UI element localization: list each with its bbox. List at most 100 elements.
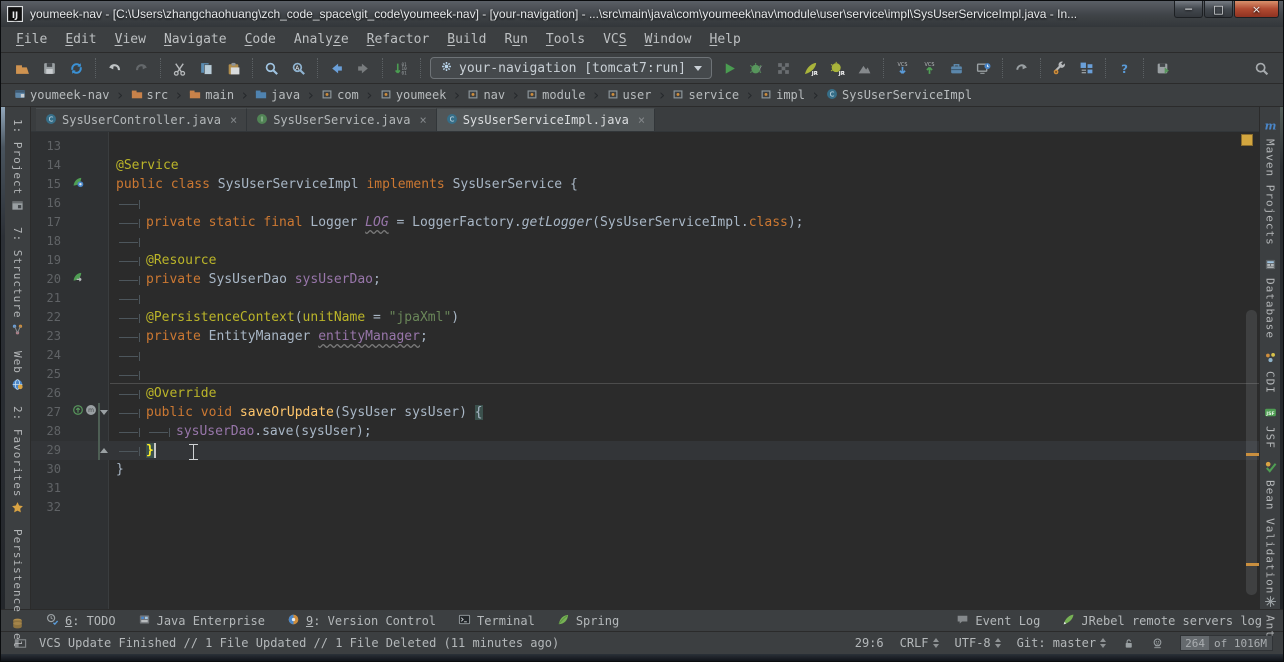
breadcrumb-impl[interactable]: impl xyxy=(755,88,810,103)
breadcrumb-user[interactable]: user xyxy=(602,88,657,103)
code-line[interactable]: 17private static final Logger LOG = Logg… xyxy=(31,213,1259,232)
vcs-up-button[interactable]: VCS xyxy=(916,56,943,80)
memory-indicator[interactable]: 264 of 1016M xyxy=(1180,635,1273,651)
override-up-icon[interactable] xyxy=(72,403,84,422)
line-number[interactable]: 14 xyxy=(31,156,71,175)
close-icon[interactable]: × xyxy=(230,114,237,126)
breadcrumb-youmeek-nav[interactable]: youmeek-nav xyxy=(9,88,114,103)
line-number[interactable]: 23 xyxy=(31,327,71,346)
cut-button[interactable] xyxy=(166,56,193,80)
code-line[interactable]: 28sysUserDao.save(sysUser); xyxy=(31,422,1259,441)
back-button[interactable] xyxy=(323,56,350,80)
mountain-button[interactable] xyxy=(851,56,878,80)
menu-view[interactable]: View xyxy=(106,30,155,49)
code-line[interactable]: 26@Override xyxy=(31,384,1259,403)
breadcrumb-java[interactable]: java xyxy=(250,88,305,103)
find-button[interactable] xyxy=(258,56,285,80)
breadcrumb-module[interactable]: module xyxy=(521,88,590,103)
fold-marker[interactable] xyxy=(97,403,110,422)
save-all-button[interactable] xyxy=(36,56,63,80)
coverage-button[interactable] xyxy=(770,56,797,80)
tab-sysuserservice-java[interactable]: ISysUserService.java× xyxy=(247,108,437,131)
line-number[interactable]: 29 xyxy=(31,441,71,460)
code-line[interactable]: 31 xyxy=(31,479,1259,498)
tool-stripe-ant[interactable]: Ant xyxy=(1264,595,1277,638)
line-number[interactable]: 17 xyxy=(31,213,71,232)
menu-help[interactable]: Help xyxy=(701,30,750,49)
tool-window-button-spring[interactable]: Spring xyxy=(546,613,630,629)
code-editor[interactable]: 1314@Service15public class SysUserServic… xyxy=(31,132,1259,609)
tool-window-button-jrebel-remote-servers-log[interactable]: JRebel remote servers log xyxy=(1051,613,1273,629)
line-number[interactable]: 15 xyxy=(31,175,71,194)
copy-button[interactable] xyxy=(193,56,220,80)
export-button[interactable] xyxy=(1149,56,1176,80)
code-line[interactable]: 19@Resource xyxy=(31,251,1259,270)
breadcrumb-com[interactable]: com xyxy=(316,88,364,103)
run-configuration-select[interactable]: your-navigation [tomcat7:run] xyxy=(430,57,712,79)
code-line[interactable]: 24 xyxy=(31,346,1259,365)
tool-stripe-7-structure[interactable]: 7: Structure xyxy=(11,227,24,338)
spring-autowired-icon[interactable] xyxy=(72,270,84,289)
tool-stripe-database[interactable]: Database xyxy=(1264,258,1277,339)
encoding-selector[interactable]: UTF-8 xyxy=(955,636,1001,650)
run-button[interactable] xyxy=(716,56,743,80)
redo-button[interactable] xyxy=(128,56,155,80)
breadcrumb-sysuserserviceimpl[interactable]: CSysUserServiceImpl xyxy=(821,88,977,103)
menu-file[interactable]: File xyxy=(7,30,56,49)
tool-window-button-6-todo[interactable]: 6: TODO xyxy=(35,613,127,629)
open-folder-button[interactable] xyxy=(9,56,36,80)
tool-window-button-terminal[interactable]: Terminal xyxy=(447,613,546,629)
line-number[interactable]: 27 xyxy=(31,403,71,422)
maximize-button[interactable]: □ xyxy=(1204,1,1233,18)
tool-stripe-web[interactable]: Web xyxy=(11,351,24,394)
line-number[interactable]: 32 xyxy=(31,498,71,517)
line-number[interactable]: 13 xyxy=(31,137,71,156)
code-line[interactable]: 22@PersistenceContext(unitName = "jpaXml… xyxy=(31,308,1259,327)
code-line[interactable]: 27mpublic void saveOrUpdate(SysUser sysU… xyxy=(31,403,1259,422)
breadcrumb-main[interactable]: main xyxy=(184,88,239,103)
line-number[interactable]: 25 xyxy=(31,365,71,384)
menu-window[interactable]: Window xyxy=(636,30,701,49)
tool-stripe-jsf[interactable]: JSFJSF xyxy=(1264,406,1277,449)
sortlines-button[interactable]: 011001 xyxy=(388,56,415,80)
paste-button[interactable] xyxy=(220,56,247,80)
code-line[interactable]: 20private SysUserDao sysUserDao; xyxy=(31,270,1259,289)
code-line[interactable]: 16 xyxy=(31,194,1259,213)
rollback-button[interactable] xyxy=(1008,56,1035,80)
file-warning-indicator[interactable] xyxy=(1241,134,1253,146)
undo-button[interactable] xyxy=(101,56,128,80)
structure-button[interactable] xyxy=(1073,56,1100,80)
forward-button[interactable] xyxy=(350,56,377,80)
monitor-clock-button[interactable] xyxy=(970,56,997,80)
line-number[interactable]: 30 xyxy=(31,460,71,479)
breadcrumb-src[interactable]: src xyxy=(126,88,174,103)
line-number[interactable]: 20 xyxy=(31,270,71,289)
line-ending-selector[interactable]: CRLF xyxy=(900,636,939,650)
line-number[interactable]: 16 xyxy=(31,194,71,213)
code-line[interactable]: 23private EntityManager entityManager; xyxy=(31,327,1259,346)
line-number[interactable]: 21 xyxy=(31,289,71,308)
spring-bean-icon[interactable] xyxy=(72,175,84,194)
fold-marker[interactable] xyxy=(97,441,110,460)
wrench-button[interactable] xyxy=(1046,56,1073,80)
debug-button[interactable] xyxy=(743,56,770,80)
lock-icon[interactable] xyxy=(1122,637,1135,650)
menu-navigate[interactable]: Navigate xyxy=(155,30,236,49)
menu-edit[interactable]: Edit xyxy=(56,30,105,49)
vcs-down-button[interactable]: VCS xyxy=(889,56,916,80)
menu-refactor[interactable]: Refactor xyxy=(358,30,439,49)
menu-vcs[interactable]: VCS xyxy=(594,30,635,49)
code-line[interactable]: 25 xyxy=(31,365,1259,384)
code-line[interactable]: 32 xyxy=(31,498,1259,517)
menu-code[interactable]: Code xyxy=(236,30,285,49)
menu-tools[interactable]: Tools xyxy=(537,30,594,49)
code-line[interactable]: 30} xyxy=(31,460,1259,479)
tool-window-button-java-enterprise[interactable]: Java Enterprise xyxy=(127,613,276,629)
hector-inspector-icon[interactable] xyxy=(1151,637,1164,650)
help-button[interactable]: ? xyxy=(1111,56,1138,80)
briefcase-button[interactable] xyxy=(943,56,970,80)
code-line[interactable]: 18 xyxy=(31,232,1259,251)
replace-button[interactable]: A xyxy=(285,56,312,80)
menu-analyze[interactable]: Analyze xyxy=(285,30,358,49)
menu-run[interactable]: Run xyxy=(495,30,536,49)
